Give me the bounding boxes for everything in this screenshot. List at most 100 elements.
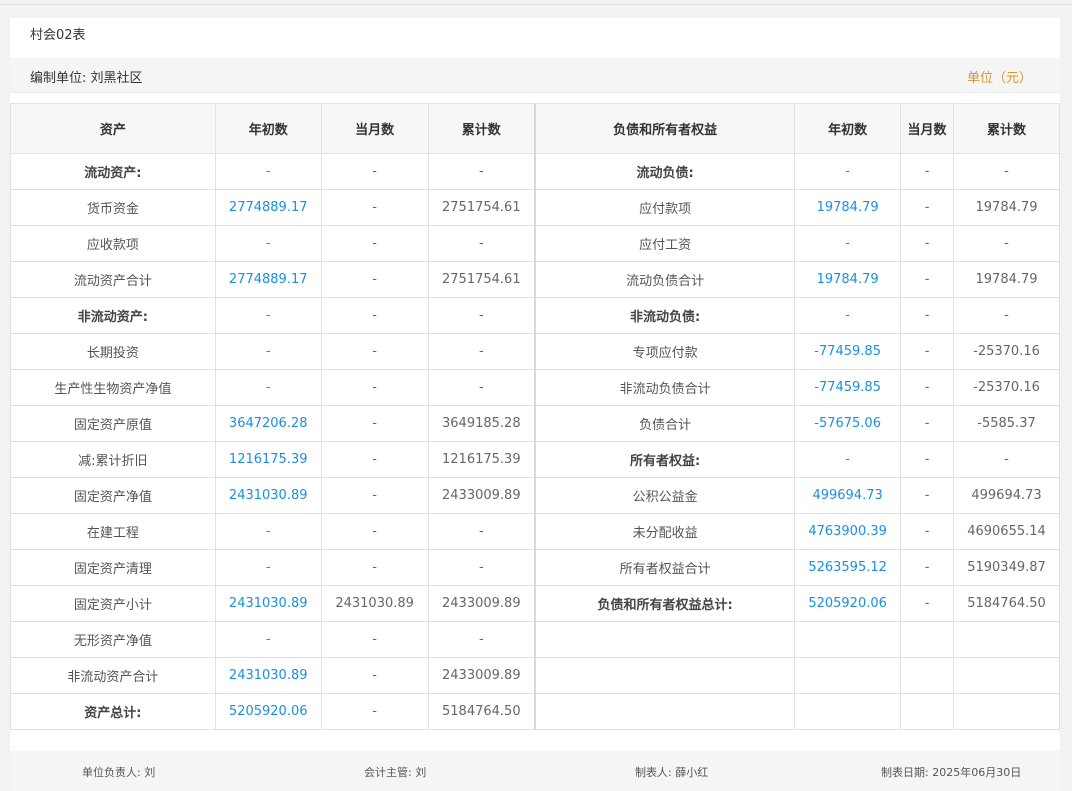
asset-name-cell: 在建工程 <box>10 513 216 550</box>
page: 村会02表 编制单位: 刘黑社区 单位（元） 资产 年初数 当月数 累计数 负债… <box>0 0 1072 791</box>
liability-cumulative-cell <box>953 621 1060 658</box>
liability-cumulative-cell <box>953 693 1060 730</box>
asset-name-cell: 应收款项 <box>10 225 216 262</box>
asset-begin-cell: 2774889.17 <box>214 189 322 226</box>
asset-cumulative-cell: - <box>427 549 536 586</box>
asset-cumulative-cell: 3649185.28 <box>427 405 536 442</box>
liability-begin-cell: -57675.06 <box>794 405 902 442</box>
liability-name-cell: 所有者权益: <box>534 441 796 478</box>
liability-cumulative-cell: - <box>953 297 1060 334</box>
liability-month-cell: - <box>900 513 955 550</box>
asset-month-cell: - <box>320 549 429 586</box>
liability-month-cell: - <box>900 297 955 334</box>
table-header-row: 资产 年初数 当月数 累计数 负债和所有者权益 年初数 当月数 累计数 <box>10 103 1060 154</box>
liability-month-cell <box>900 621 955 658</box>
asset-month-cell: - <box>320 261 429 298</box>
liability-name-cell <box>534 693 796 730</box>
asset-name-cell: 长期投资 <box>10 333 216 370</box>
asset-cumulative-cell: 2433009.89 <box>427 477 536 514</box>
asset-name-cell: 流动资产合计 <box>10 261 216 298</box>
asset-month-cell: - <box>320 405 429 442</box>
col-header-liabilities: 负债和所有者权益 <box>534 103 796 154</box>
liability-begin-cell: - <box>794 297 902 334</box>
table-row: 在建工程 - - - 未分配收益 4763900.39-4690655.14 <box>10 513 1060 550</box>
table-row: 长期投资 - - - 专项应付款 -77459.85- -25370.16 <box>10 333 1060 370</box>
liability-name-cell: 流动负债: <box>534 153 796 190</box>
asset-name-cell: 固定资产小计 <box>10 585 216 622</box>
liability-name-cell: 非流动负债合计 <box>534 369 796 406</box>
table-row: 减:累计折旧 1216175.39-1216175.39 所有者权益: - - - <box>10 441 1060 478</box>
col-header-assets: 资产 <box>10 103 216 154</box>
report-title: 村会02表 <box>30 28 86 43</box>
col-header-cumulative-2: 累计数 <box>953 103 1060 154</box>
liability-name-cell: 未分配收益 <box>534 513 796 550</box>
date-label: 制表日期: 2025年06月30日 <box>881 766 1022 779</box>
table-row: 流动资产: - - - 流动负债: - - - <box>10 153 1060 190</box>
liability-cumulative-cell: 5190349.87 <box>953 549 1060 586</box>
liability-name-cell: 非流动负债: <box>534 297 796 334</box>
asset-month-cell: - <box>320 153 429 190</box>
liability-month-cell <box>900 657 955 694</box>
report-card: 村会02表 编制单位: 刘黑社区 单位（元） 资产 年初数 当月数 累计数 负债… <box>10 18 1060 791</box>
asset-name-cell: 固定资产原值 <box>10 405 216 442</box>
col-header-cumulative: 累计数 <box>427 103 536 154</box>
liability-name-cell <box>534 657 796 694</box>
asset-month-cell: - <box>320 189 429 226</box>
signature-footer: 单位负责人: 刘 会计主管: 刘 制表人: 薛小红 制表日期: 2025年06月… <box>10 751 1060 791</box>
liability-month-cell <box>900 693 955 730</box>
asset-name-cell: 减:累计折旧 <box>10 441 216 478</box>
table-row: 生产性生物资产净值 - - - 非流动负债合计 -77459.85- -25370.16 <box>10 369 1060 406</box>
asset-name-cell: 生产性生物资产净值 <box>10 369 216 406</box>
asset-cumulative-cell: - <box>427 225 536 262</box>
liability-month-cell: - <box>900 261 955 298</box>
liability-begin-cell: - <box>794 441 902 478</box>
asset-cumulative-cell: 2433009.89 <box>427 585 536 622</box>
asset-cumulative-cell: - <box>427 153 536 190</box>
liability-cumulative-cell: 499694.73 <box>953 477 1060 514</box>
asset-name-cell: 无形资产净值 <box>10 621 216 658</box>
asset-cumulative-cell: - <box>427 369 536 406</box>
asset-begin-cell: - <box>214 549 322 586</box>
liability-name-cell: 应付款项 <box>534 189 796 226</box>
liability-month-cell: - <box>900 153 955 190</box>
asset-name-cell: 固定资产清理 <box>10 549 216 586</box>
asset-begin-cell: 2774889.17 <box>214 261 322 298</box>
liability-month-cell: - <box>900 477 955 514</box>
liability-cumulative-cell: -25370.16 <box>953 369 1060 406</box>
unit-head-label: 单位负责人: 刘 <box>82 766 156 779</box>
asset-begin-cell: - <box>214 369 322 406</box>
asset-begin-cell: 1216175.39 <box>214 441 322 478</box>
liability-cumulative-cell: 19784.79 <box>953 189 1060 226</box>
asset-month-cell: 2431030.89 <box>320 585 429 622</box>
liability-begin-cell: - <box>794 225 902 262</box>
asset-begin-cell: 2431030.89 <box>214 477 322 514</box>
balance-sheet-table: 资产 年初数 当月数 累计数 负债和所有者权益 年初数 当月数 累计数 流动资产… <box>10 103 1060 730</box>
table-row: 非流动资产合计 2431030.89-2433009.89 <box>10 657 1060 694</box>
asset-begin-cell: 2431030.89 <box>214 657 322 694</box>
liability-month-cell: - <box>900 549 955 586</box>
col-header-month-2: 当月数 <box>900 103 955 154</box>
asset-cumulative-cell: 2751754.61 <box>427 189 536 226</box>
liability-begin-cell <box>794 657 902 694</box>
table-row: 非流动资产: - - - 非流动负债: - - - <box>10 297 1060 334</box>
asset-cumulative-cell: - <box>427 333 536 370</box>
liability-begin-cell: 19784.79 <box>794 189 902 226</box>
liability-name-cell <box>534 621 796 658</box>
liability-month-cell: - <box>900 225 955 262</box>
liability-begin-cell: 19784.79 <box>794 261 902 298</box>
asset-month-cell: - <box>320 693 429 730</box>
asset-month-cell: - <box>320 621 429 658</box>
asset-begin-cell: - <box>214 225 322 262</box>
asset-name-cell: 非流动资产: <box>10 297 216 334</box>
liability-begin-cell: - <box>794 153 902 190</box>
table-row: 流动资产合计 2774889.17-2751754.61 流动负债合计 19784.7… <box>10 261 1060 298</box>
liability-cumulative-cell: 5184764.50 <box>953 585 1060 622</box>
asset-begin-cell: - <box>214 333 322 370</box>
liability-name-cell: 公积公益金 <box>534 477 796 514</box>
liability-begin-cell: 499694.73 <box>794 477 902 514</box>
asset-begin-cell: - <box>214 297 322 334</box>
asset-cumulative-cell: 1216175.39 <box>427 441 536 478</box>
liability-name-cell: 负债和所有者权益总计: <box>534 585 796 622</box>
org-label: 编制单位: 刘黑社区 <box>30 71 143 86</box>
liability-cumulative-cell: -25370.16 <box>953 333 1060 370</box>
